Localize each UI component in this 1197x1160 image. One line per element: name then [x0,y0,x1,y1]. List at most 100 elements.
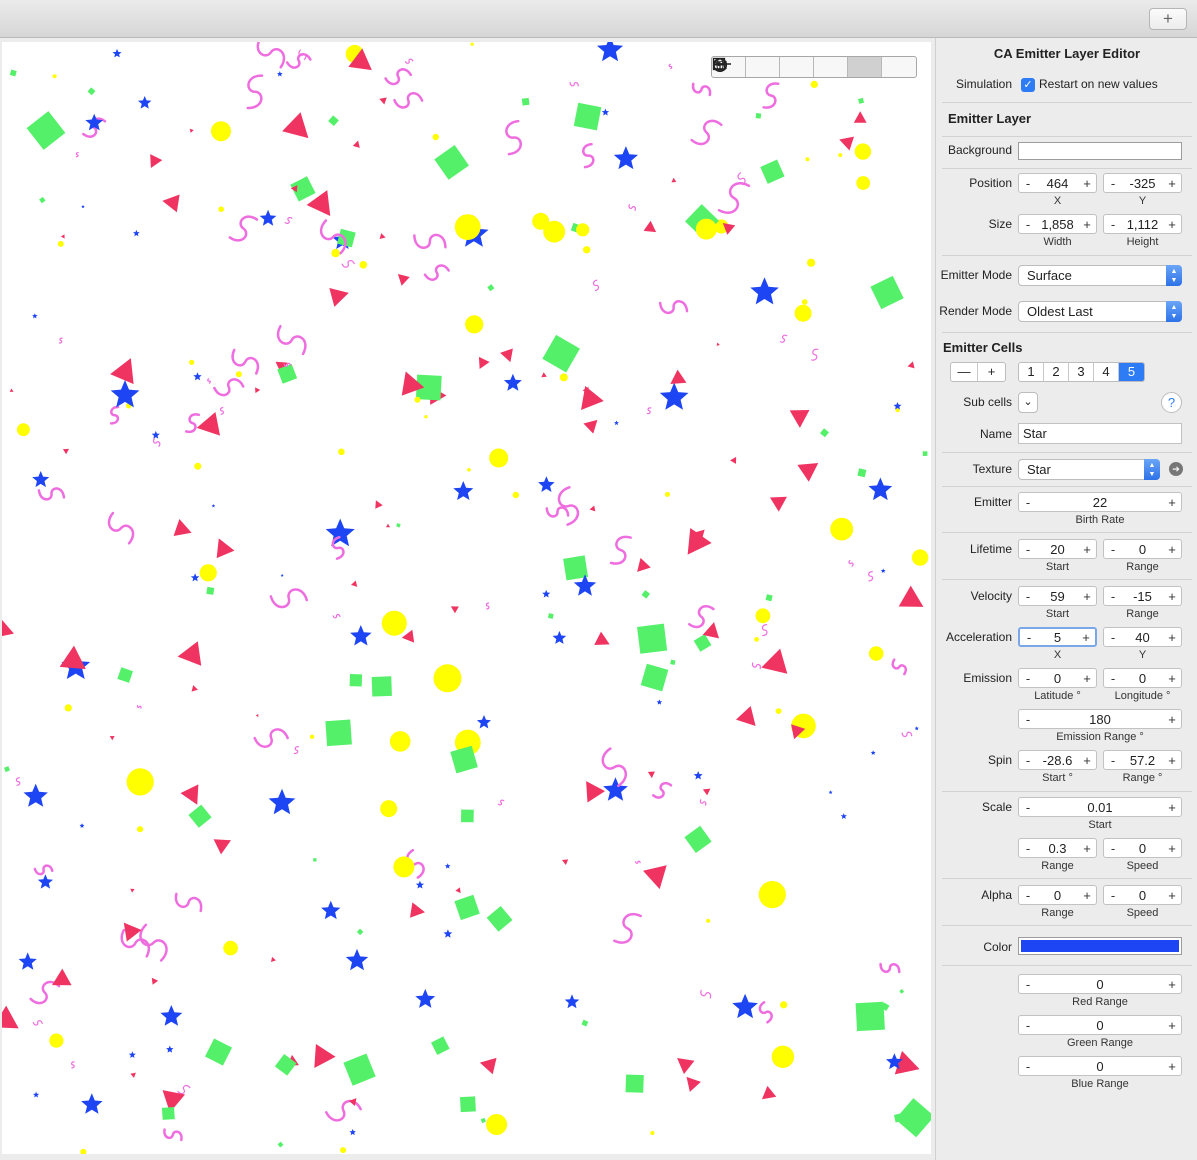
decrement-button[interactable]: - [1104,176,1122,191]
decrement-button[interactable]: - [1019,542,1037,557]
scale-start-stepper[interactable]: -0.01 + [1018,797,1182,817]
position-x-stepper[interactable]: -464 + [1018,173,1097,193]
position-y-stepper[interactable]: - -325 + [1103,173,1182,193]
decrement-button[interactable]: - [1019,495,1037,510]
decrement-button[interactable]: - [1019,841,1037,856]
increment-button[interactable]: + [1077,630,1095,645]
background-color-well[interactable] [1018,142,1182,160]
increment-button[interactable]: + [1078,176,1096,191]
alpha-speed-stepper[interactable]: -0 + [1103,885,1182,905]
lifetime-start-stepper[interactable]: -20 + [1018,539,1097,559]
spin-start-value[interactable]: -28.6 [1037,753,1078,768]
cell-tabs[interactable]: 12345 [1018,362,1145,382]
increment-button[interactable]: + [1163,1018,1181,1033]
increment-button[interactable]: + [1163,495,1181,510]
emission-range-value[interactable]: 180 [1037,712,1163,727]
longitude-stepper[interactable]: -0 + [1103,668,1182,688]
cell-tab[interactable]: 2 [1044,363,1069,381]
acceleration-x-stepper[interactable]: -5 + [1018,627,1097,647]
cell-add-remove-control[interactable]: — + [950,362,1006,382]
velocity-start-stepper[interactable]: -59 + [1018,586,1097,606]
size-height-value[interactable]: 1,112 [1122,217,1163,232]
decrement-button[interactable]: - [1019,712,1037,727]
scale-start-value[interactable]: 0.01 [1037,800,1163,815]
emission-range-stepper[interactable]: -180 + [1018,709,1182,729]
increment-button[interactable]: + [1163,753,1181,768]
decrement-button[interactable]: - [1019,800,1037,815]
cell-tab[interactable]: 1 [1019,363,1044,381]
increment-button[interactable]: + [1163,977,1181,992]
color-well[interactable] [1018,937,1182,955]
decrement-button[interactable]: - [1104,630,1122,645]
alpha-speed-value[interactable]: 0 [1122,888,1163,903]
circle-shape-button[interactable] [713,57,882,77]
increment-button[interactable]: + [1078,671,1096,686]
lifetime-range-value[interactable]: 0 [1122,542,1163,557]
size-height-stepper[interactable]: -1,112 + [1103,214,1182,234]
decrement-button[interactable]: - [1019,753,1037,768]
birth-rate-value[interactable]: 22 [1037,495,1163,510]
acceleration-y-stepper[interactable]: -40 + [1103,627,1182,647]
cell-tab[interactable]: 5 [1119,363,1144,381]
scale-range-value[interactable]: 0.3 [1037,841,1078,856]
green-range-stepper[interactable]: -0 + [1018,1015,1182,1035]
increment-button[interactable]: + [1163,888,1181,903]
decrement-button[interactable]: - [1019,888,1037,903]
acceleration-y-value[interactable]: 40 [1122,630,1163,645]
decrement-button[interactable]: - [1104,542,1122,557]
line-shape-button[interactable] [713,57,780,77]
restart-checkbox[interactable]: ✓ [1021,78,1035,92]
increment-button[interactable]: + [1078,841,1096,856]
remove-cell-button[interactable]: — [951,363,978,381]
blue-range-stepper[interactable]: -0 + [1018,1056,1182,1076]
decrement-button[interactable]: - [1104,671,1122,686]
size-width-value[interactable]: 1,858 [1037,217,1078,232]
increment-button[interactable]: + [1078,888,1096,903]
increment-button[interactable]: + [1078,217,1096,232]
cell-tab[interactable]: 3 [1069,363,1094,381]
increment-button[interactable]: + [1163,671,1181,686]
add-cell-button[interactable]: + [978,363,1005,381]
rectangle-shape-button[interactable] [712,57,814,77]
emitter-mode-popup[interactable]: Surface ▲ ▼ [1018,265,1182,286]
decrement-button[interactable]: - [1104,888,1122,903]
decrement-button[interactable]: - [1019,671,1037,686]
decrement-button[interactable]: - [1104,841,1122,856]
decrement-button[interactable]: - [1104,753,1122,768]
name-field[interactable]: Star [1018,423,1182,444]
position-y-value[interactable]: -325 [1122,176,1163,191]
increment-button[interactable]: + [1163,1059,1181,1074]
add-button[interactable]: + [1149,8,1187,30]
increment-button[interactable]: + [1078,589,1096,604]
spin-range-stepper[interactable]: -57.2 + [1103,750,1182,770]
velocity-start-value[interactable]: 59 [1037,589,1078,604]
decrement-button[interactable]: - [1019,977,1037,992]
green-range-value[interactable]: 0 [1037,1018,1163,1033]
decrement-button[interactable]: - [1019,217,1037,232]
emitter-canvas[interactable] [2,42,931,1154]
size-width-stepper[interactable]: -1,858 + [1018,214,1097,234]
arrow-right-icon[interactable]: ➔ [1169,462,1183,476]
velocity-range-stepper[interactable]: - -15 + [1103,586,1182,606]
red-range-stepper[interactable]: -0 + [1018,974,1182,994]
sub-cells-popup[interactable]: ⌄ [1018,392,1038,413]
latitude-value[interactable]: 0 [1037,671,1078,686]
lifetime-range-stepper[interactable]: -0 + [1103,539,1182,559]
decrement-button[interactable]: - [1104,589,1122,604]
increment-button[interactable]: + [1078,542,1096,557]
emitter-shape-selector[interactable] [711,56,917,78]
increment-button[interactable]: + [1163,712,1181,727]
scale-speed-stepper[interactable]: -0 + [1103,838,1182,858]
increment-button[interactable]: + [1163,630,1181,645]
increment-button[interactable]: + [1163,176,1181,191]
increment-button[interactable]: + [1163,542,1181,557]
alpha-range-stepper[interactable]: -0 + [1018,885,1097,905]
texture-popup[interactable]: Star ▲ ▼ [1018,459,1160,480]
velocity-range-value[interactable]: -15 [1122,589,1163,604]
scale-speed-value[interactable]: 0 [1122,841,1163,856]
decrement-button[interactable]: - [1019,176,1037,191]
cell-tab[interactable]: 4 [1094,363,1119,381]
sphere-shape-button[interactable] [712,57,916,77]
lifetime-start-value[interactable]: 20 [1037,542,1078,557]
cuboid-shape-button[interactable] [713,57,848,77]
